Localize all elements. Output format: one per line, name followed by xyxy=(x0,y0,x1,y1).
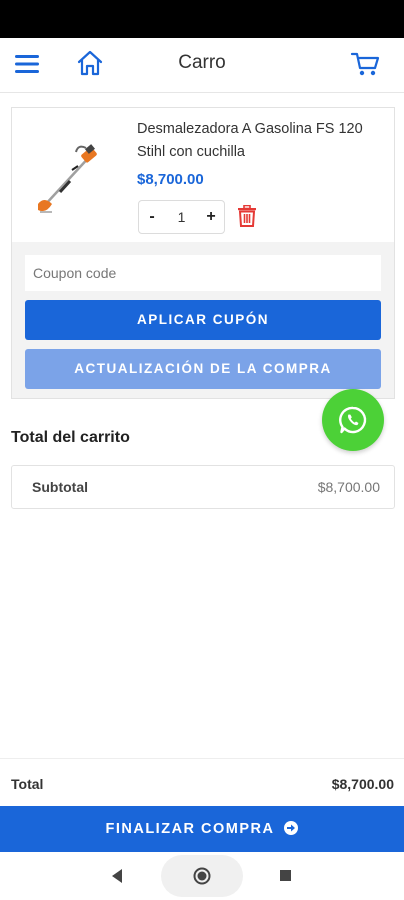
coupon-code-input[interactable] xyxy=(25,255,381,291)
system-nav-bar xyxy=(0,852,404,900)
update-cart-button[interactable]: ACTUALIZACIÓN DE LA COMPRA xyxy=(25,349,381,389)
whatsapp-icon xyxy=(339,406,367,434)
total-label: Total xyxy=(11,776,44,792)
shopping-cart-icon[interactable] xyxy=(350,49,382,79)
whatsapp-button[interactable] xyxy=(322,389,384,451)
increase-quantity-button[interactable]: + xyxy=(198,201,224,233)
total-value: $8,700.00 xyxy=(331,776,394,792)
checkout-button[interactable]: FINALIZAR COMPRA xyxy=(0,806,404,852)
subtotal-row: Subtotal $8,700.00 xyxy=(11,465,395,509)
trash-icon[interactable] xyxy=(237,205,257,227)
product-name[interactable]: Desmalezadora A Gasolina FS 120 Stihl co… xyxy=(137,118,382,164)
checkout-label: FINALIZAR COMPRA xyxy=(105,821,274,837)
cart-totals-heading: Total del carrito xyxy=(11,429,130,446)
cart-item-card: Desmalezadora A Gasolina FS 120 Stihl co… xyxy=(11,107,395,399)
quantity-value[interactable]: 1 xyxy=(165,201,198,233)
arrow-right-icon xyxy=(284,820,299,835)
page-title: Carro xyxy=(178,52,226,73)
coupon-section: APLICAR CUPÓN ACTUALIZACIÓN DE LA COMPRA xyxy=(12,242,394,398)
apply-coupon-button[interactable]: APLICAR CUPÓN xyxy=(25,300,381,340)
app-header: Carro xyxy=(0,38,404,93)
status-bar xyxy=(0,0,404,38)
subtotal-value: $8,700.00 xyxy=(317,479,380,495)
home-nav-icon[interactable] xyxy=(193,867,211,885)
quantity-stepper: - 1 + xyxy=(138,200,225,234)
product-price: $8,700.00 xyxy=(137,171,204,188)
order-total-bar: Total $8,700.00 xyxy=(0,758,404,807)
back-icon[interactable] xyxy=(110,868,124,884)
subtotal-label: Subtotal xyxy=(32,479,88,495)
recent-apps-icon[interactable] xyxy=(280,870,291,881)
decrease-quantity-button[interactable]: - xyxy=(139,201,165,233)
product-image[interactable] xyxy=(26,126,126,226)
